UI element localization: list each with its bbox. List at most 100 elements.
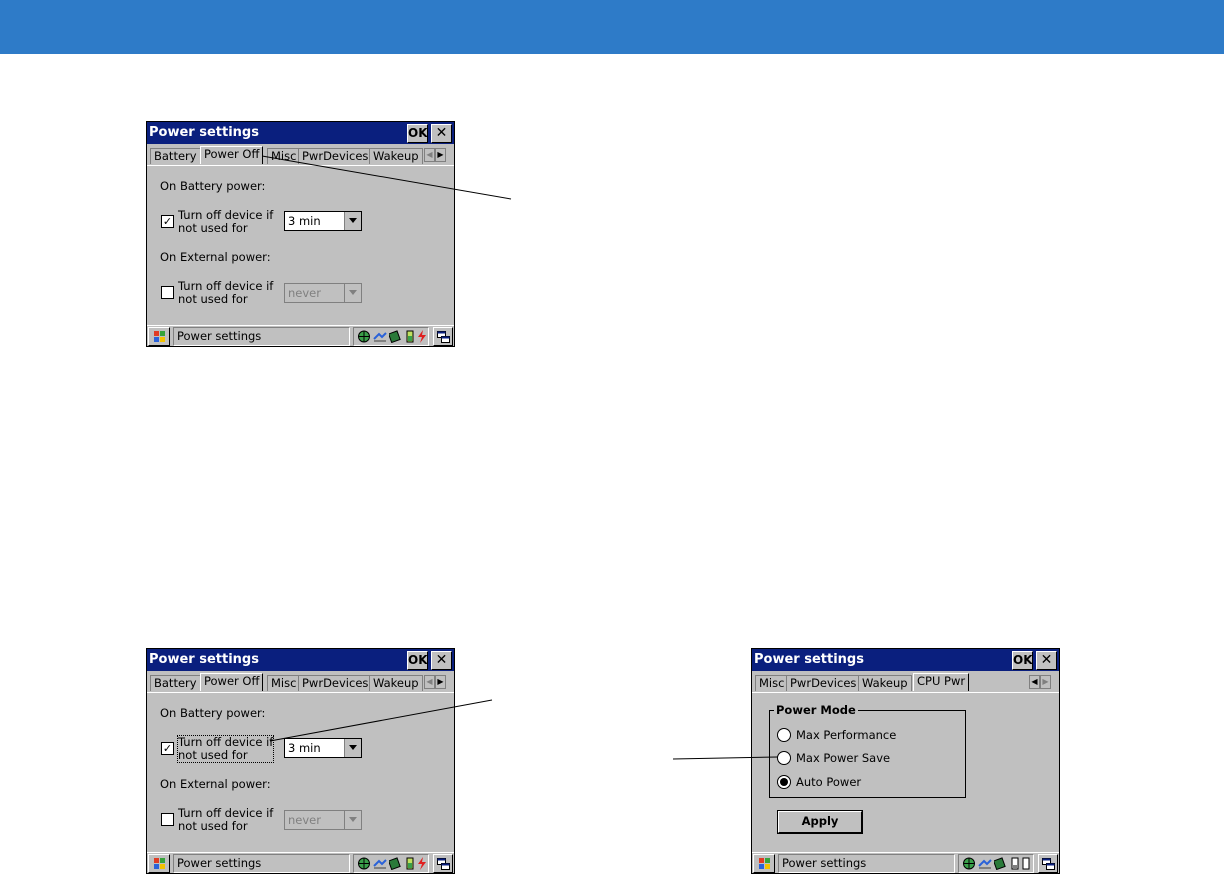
tab-power-off[interactable]: Power Off xyxy=(200,673,264,691)
battery-timeout-dropdown[interactable]: 3 min xyxy=(284,738,362,758)
battery-checkbox[interactable]: ✓ xyxy=(161,742,174,755)
tab-battery[interactable]: Battery xyxy=(150,675,201,691)
title-bar: Power settings OK ✕ xyxy=(147,122,454,144)
tab-scroll-left-icon[interactable]: ◀ xyxy=(1029,675,1040,689)
connection-icon[interactable] xyxy=(373,857,387,870)
tab-misc[interactable]: Misc xyxy=(755,675,789,691)
external-heading: On External power: xyxy=(160,777,271,791)
option-auto-power[interactable]: Auto Power xyxy=(796,775,861,789)
tab-pwrdevices[interactable]: PwrDevices xyxy=(298,675,373,691)
connection-icon[interactable] xyxy=(373,330,387,343)
battery-level-icon[interactable] xyxy=(1020,857,1034,870)
chevron-down-icon xyxy=(349,290,357,295)
start-button[interactable] xyxy=(753,854,775,873)
tab-scroll-right-icon[interactable]: ▶ xyxy=(435,675,446,689)
system-tray xyxy=(353,327,429,346)
tab-strip: Battery Power Off Misc PwrDevices Wakeup… xyxy=(149,673,454,691)
power-bolt-icon[interactable] xyxy=(415,330,429,343)
start-button[interactable] xyxy=(148,327,170,346)
tab-wakeup[interactable]: Wakeup xyxy=(858,675,912,691)
external-checkbox[interactable] xyxy=(161,813,174,826)
option-max-power-save[interactable]: Max Power Save xyxy=(796,751,890,765)
tab-divider xyxy=(752,692,1059,693)
tab-scroll-right-icon[interactable]: ▶ xyxy=(435,148,446,162)
switch-windows-button[interactable] xyxy=(433,854,453,873)
tab-cpu-pwr[interactable]: CPU Pwr xyxy=(913,673,970,691)
windows-flag-icon xyxy=(154,858,165,869)
window-title: Power settings xyxy=(754,652,864,667)
external-checkbox-label[interactable]: Turn off device if not used for xyxy=(178,807,273,833)
switch-windows-button[interactable] xyxy=(1038,854,1058,873)
close-button[interactable]: ✕ xyxy=(1036,651,1057,670)
taskbar-title[interactable]: Power settings xyxy=(173,327,350,346)
start-button[interactable] xyxy=(148,854,170,873)
tab-divider xyxy=(147,165,454,166)
tab-scroll-left-icon[interactable]: ◀ xyxy=(424,148,435,162)
external-checkbox-label[interactable]: Turn off device if not used for xyxy=(178,280,273,306)
windows-flag-icon xyxy=(759,858,770,869)
connection-icon[interactable] xyxy=(978,857,992,870)
radio-auto-power[interactable] xyxy=(777,775,791,789)
tab-pwrdevices[interactable]: PwrDevices xyxy=(298,148,373,164)
ok-button[interactable]: OK xyxy=(1012,651,1033,670)
tab-scroll-left-icon[interactable]: ◀ xyxy=(424,675,435,689)
battery-checkbox-label[interactable]: Turn off device if not used for xyxy=(176,735,275,763)
windows-flag-icon xyxy=(154,331,165,342)
tab-power-off[interactable]: Power Off xyxy=(200,146,264,164)
chevron-down-icon xyxy=(349,218,357,223)
device-icon[interactable] xyxy=(389,330,403,343)
tab-misc[interactable]: Misc xyxy=(267,148,301,164)
network-globe-icon[interactable] xyxy=(357,857,371,870)
tab-scroll: ◀ ▶ xyxy=(424,148,446,162)
external-checkbox[interactable] xyxy=(161,286,174,299)
tab-pwrdevices[interactable]: PwrDevices xyxy=(786,675,861,691)
battery-checkbox-label[interactable]: Turn off device if not used for xyxy=(178,209,273,235)
tab-misc[interactable]: Misc xyxy=(267,675,301,691)
ok-button[interactable]: OK xyxy=(407,651,428,670)
device-icon[interactable] xyxy=(389,857,403,870)
taskbar: Power settings xyxy=(147,852,454,873)
external-timeout-dropdown[interactable]: never xyxy=(284,283,362,303)
battery-timeout-dropdown[interactable]: 3 min xyxy=(284,211,362,231)
window-title: Power settings xyxy=(149,125,259,140)
ok-button[interactable]: OK xyxy=(407,124,428,143)
dropdown-button[interactable] xyxy=(344,739,361,757)
network-globe-icon[interactable] xyxy=(962,857,976,870)
power-mode-title: Power Mode xyxy=(774,703,858,717)
switch-windows-button[interactable] xyxy=(433,327,453,346)
power-bolt-icon[interactable] xyxy=(415,857,429,870)
close-button[interactable]: ✕ xyxy=(431,651,452,670)
tab-scroll-right-icon[interactable]: ▶ xyxy=(1040,675,1051,689)
tab-strip: Misc PwrDevices Wakeup CPU Pwr ◀ ▶ xyxy=(754,673,1059,691)
taskbar-title[interactable]: Power settings xyxy=(778,854,955,873)
external-check-line2: not used for xyxy=(178,292,248,306)
external-heading: On External power: xyxy=(160,250,271,264)
dropdown-button[interactable] xyxy=(344,212,361,230)
device-icon[interactable] xyxy=(994,857,1008,870)
tab-battery[interactable]: Battery xyxy=(150,148,201,164)
battery-heading: On Battery power: xyxy=(160,179,266,193)
external-timeout-dropdown[interactable]: never xyxy=(284,810,362,830)
battery-check-line2: not used for xyxy=(178,748,248,762)
window-title: Power settings xyxy=(149,652,259,667)
dropdown-button[interactable] xyxy=(344,284,361,302)
radio-max-performance[interactable] xyxy=(777,728,791,742)
network-globe-icon[interactable] xyxy=(357,330,371,343)
power-settings-window-3: Power settings OK ✕ Misc PwrDevices Wake… xyxy=(751,648,1060,874)
battery-checkbox[interactable]: ✓ xyxy=(161,215,174,228)
battery-timeout-value: 3 min xyxy=(288,741,321,755)
dropdown-button[interactable] xyxy=(344,811,361,829)
windows-stack-icon xyxy=(437,331,450,343)
apply-button[interactable]: Apply xyxy=(778,811,862,833)
close-button[interactable]: ✕ xyxy=(431,124,452,143)
title-bar: Power settings OK ✕ xyxy=(752,649,1059,671)
taskbar-title[interactable]: Power settings xyxy=(173,854,350,873)
power-mode-group: Power Mode Max Performance Max Power Sav… xyxy=(769,703,966,798)
windows-stack-icon xyxy=(1042,858,1055,870)
option-max-performance[interactable]: Max Performance xyxy=(796,728,896,742)
radio-max-power-save[interactable] xyxy=(777,751,791,765)
tab-wakeup[interactable]: Wakeup xyxy=(369,148,423,164)
tab-wakeup[interactable]: Wakeup xyxy=(369,675,423,691)
battery-heading: On Battery power: xyxy=(160,706,266,720)
battery-check-line2: not used for xyxy=(178,221,248,235)
